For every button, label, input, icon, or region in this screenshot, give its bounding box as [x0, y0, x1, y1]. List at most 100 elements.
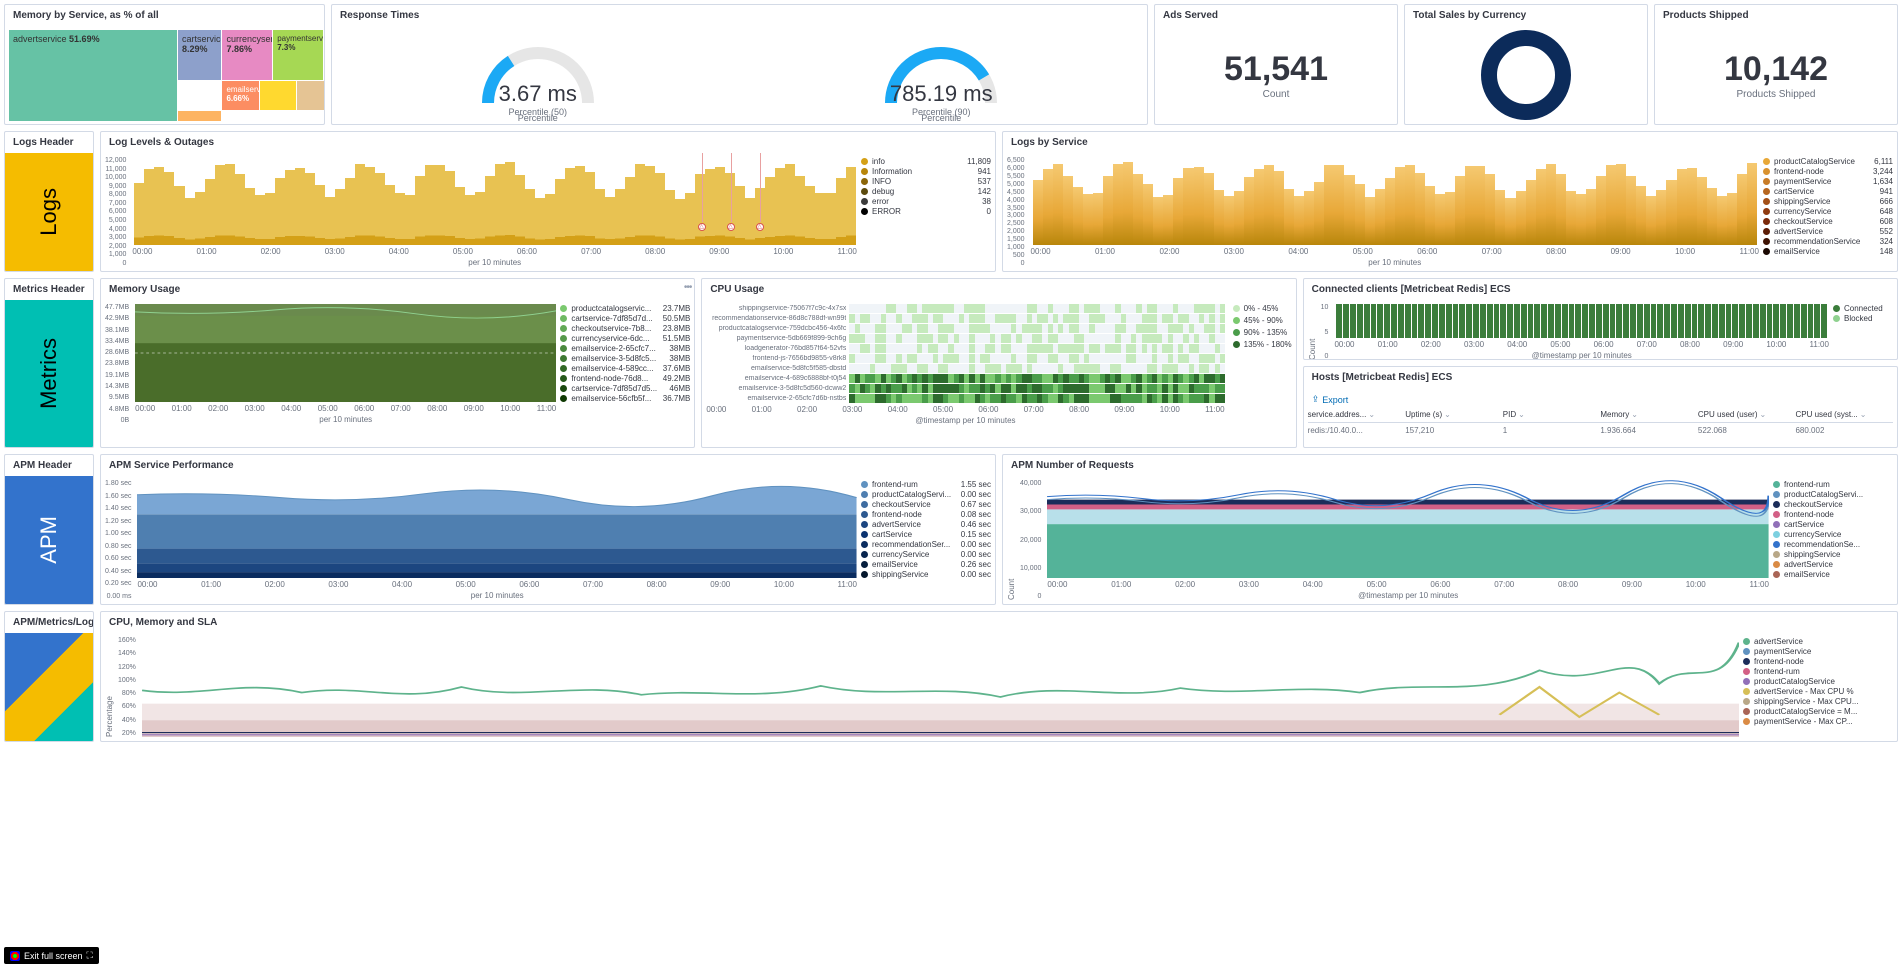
legend-item[interactable]: advertService552: [1763, 227, 1893, 236]
legend-item[interactable]: 45% - 90%: [1233, 316, 1292, 325]
legend-item[interactable]: frontend-rum1.55 sec: [861, 480, 991, 489]
panel-cpu-usage[interactable]: CPU Usage shippingservice-75067f7c9c-4x7…: [701, 278, 1296, 448]
legend-item[interactable]: currencyservice-6dc...51.5MB: [560, 334, 690, 343]
panel-connected-clients[interactable]: Connected clients [Metricbeat Redis] ECS…: [1303, 278, 1898, 360]
heatmap-chart: shippingservice-75067f7c9c-4x7sxrecommen…: [706, 304, 1224, 403]
legend-item[interactable]: emailservice-2-65cfc7...38MB: [560, 344, 690, 353]
legend-item[interactable]: emailService: [1773, 570, 1893, 579]
legend-item[interactable]: error38: [861, 197, 991, 206]
treemap-chart: advertservice 51.69% cartservice8.29% cu…: [9, 30, 320, 120]
panel-cpu-memory-sla[interactable]: CPU, Memory and SLA Percentage 160%140%1…: [100, 611, 1898, 742]
legend-item[interactable]: productCatalogServi...: [1773, 490, 1893, 499]
export-button[interactable]: ⇪Export: [1308, 392, 1353, 407]
legend-item[interactable]: productCatalogService6,111: [1763, 157, 1893, 166]
chevron-down-icon: ⌄: [1631, 410, 1638, 419]
legend-item[interactable]: debug142: [861, 187, 991, 196]
annotation-marker[interactable]: △: [727, 223, 735, 231]
legend-item[interactable]: frontend-node3,244: [1763, 167, 1893, 176]
panel-log-levels[interactable]: Log Levels & Outages 12,00011,00010,0009…: [100, 131, 996, 272]
legend-item[interactable]: paymentService1,634: [1763, 177, 1893, 186]
legend-item[interactable]: frontend-node0.08 sec: [861, 510, 991, 519]
legend-item[interactable]: checkoutservice-7b8...23.8MB: [560, 324, 690, 333]
legend-item[interactable]: paymentService - Max CP...: [1743, 717, 1893, 726]
legend-item[interactable]: advertService: [1743, 637, 1893, 646]
annotation-marker[interactable]: △: [756, 223, 764, 231]
legend-item[interactable]: recommendationSe...: [1773, 540, 1893, 549]
legend-item[interactable]: ERROR0: [861, 207, 991, 216]
legend-item[interactable]: 0% - 45%: [1233, 304, 1292, 313]
legend-item[interactable]: productcatalogservic...23.7MB: [560, 304, 690, 313]
legend-item[interactable]: emailService0.26 sec: [861, 560, 991, 569]
column-header[interactable]: CPU used (user) ⌄: [1698, 410, 1796, 419]
legend-item[interactable]: checkoutService: [1773, 500, 1893, 509]
area-chart: [1047, 480, 1769, 578]
legend-item[interactable]: frontend-rum: [1773, 480, 1893, 489]
column-header[interactable]: Memory ⌄: [1600, 410, 1698, 419]
legend-item[interactable]: cartService941: [1763, 187, 1893, 196]
legend-item[interactable]: paymentService: [1743, 647, 1893, 656]
column-header[interactable]: service.addres... ⌄: [1308, 410, 1406, 419]
legend-item[interactable]: shippingService666: [1763, 197, 1893, 206]
expand-icon: ⛶: [87, 950, 93, 961]
export-icon: ⇪: [1312, 394, 1320, 405]
bar-chart: [132, 157, 857, 245]
legend-item[interactable]: productCatalogService = M...: [1743, 707, 1893, 716]
legend-item[interactable]: frontend-rum: [1743, 667, 1893, 676]
legend-item[interactable]: frontend-node-76d8...49.2MB: [560, 374, 690, 383]
legend-item[interactable]: Information941: [861, 167, 991, 176]
legend-item[interactable]: emailservice-3-5d8fc5...38MB: [560, 354, 690, 363]
annotation-marker[interactable]: △: [698, 223, 706, 231]
legend-item[interactable]: 90% - 135%: [1233, 328, 1292, 337]
legend-item[interactable]: productCatalogService: [1743, 677, 1893, 686]
panel-memory-usage[interactable]: ••• Memory Usage 47.7MB42.9MB38.1MB33.4M…: [100, 278, 695, 448]
legend-item[interactable]: emailservice-4-589cc...37.6MB: [560, 364, 690, 373]
gauge-p50: Percentile 3.67 ms Percentile (50): [468, 33, 608, 117]
panel-total-sales[interactable]: Total Sales by Currency: [1404, 4, 1648, 125]
panel-menu-icon[interactable]: •••: [684, 282, 692, 293]
legend-item[interactable]: frontend-node: [1773, 510, 1893, 519]
exit-fullscreen-button[interactable]: Exit full screen ⛶: [4, 947, 99, 964]
column-header[interactable]: Uptime (s) ⌄: [1405, 410, 1503, 419]
legend-item[interactable]: 135% - 180%: [1233, 340, 1292, 349]
panel-logs-by-service[interactable]: Logs by Service 6,5006,0005,5005,0004,50…: [1002, 131, 1898, 272]
table-row[interactable]: redis:/10.40.0...157,21011.936.664522.06…: [1308, 423, 1893, 438]
panel-apm-performance[interactable]: APM Service Performance 1.80 sec1.60 sec…: [100, 454, 996, 605]
legend-item[interactable]: currencyService0.00 sec: [861, 550, 991, 559]
panel-hosts-redis[interactable]: Hosts [Metricbeat Redis] ECS ⇪Export ser…: [1303, 366, 1898, 448]
legend-item[interactable]: productCatalogServi...0.00 sec: [861, 490, 991, 499]
legend-item[interactable]: recommendationSer...0.00 sec: [861, 540, 991, 549]
legend-item[interactable]: cartservice-7df85d7d5...46MB: [560, 384, 690, 393]
panel-response-times[interactable]: Response Times Percentile 3.67 ms Percen…: [331, 4, 1148, 125]
legend-item[interactable]: Connected: [1833, 304, 1893, 313]
legend-item[interactable]: shippingService0.00 sec: [861, 570, 991, 579]
legend-item[interactable]: cartService: [1773, 520, 1893, 529]
legend-item[interactable]: emailService148: [1763, 247, 1893, 256]
column-header[interactable]: CPU used (syst... ⌄: [1795, 410, 1893, 419]
legend-item[interactable]: checkoutService0.67 sec: [861, 500, 991, 509]
legend-item[interactable]: checkoutService608: [1763, 217, 1893, 226]
legend-item[interactable]: currencyService648: [1763, 207, 1893, 216]
legend-item[interactable]: info11,809: [861, 157, 991, 166]
legend-item[interactable]: emailservice-56cfb5f...36.7MB: [560, 394, 690, 403]
section-header-logs: Logs Header Logs: [4, 131, 94, 272]
legend-item[interactable]: recommendationService324: [1763, 237, 1893, 246]
legend-item[interactable]: INFO537: [861, 177, 991, 186]
legend-item[interactable]: cartService0.15 sec: [861, 530, 991, 539]
section-header-metrics: Metrics Header Metrics: [4, 278, 94, 448]
column-header[interactable]: PID ⌄: [1503, 410, 1601, 419]
legend-item[interactable]: advertService - Max CPU %: [1743, 687, 1893, 696]
chevron-down-icon: ⌄: [1368, 410, 1375, 419]
panel-ads-served[interactable]: Ads Served 51,541 Count: [1154, 4, 1398, 125]
panel-apm-requests[interactable]: APM Number of Requests Count 40,00030,00…: [1002, 454, 1898, 605]
chevron-down-icon: ⌄: [1759, 410, 1766, 419]
legend-item[interactable]: Blocked: [1833, 314, 1893, 323]
legend-item[interactable]: currencyService: [1773, 530, 1893, 539]
legend-item[interactable]: shippingService: [1773, 550, 1893, 559]
legend-item[interactable]: advertService: [1773, 560, 1893, 569]
legend-item[interactable]: shippingService - Max CPU...: [1743, 697, 1893, 706]
legend-item[interactable]: cartservice-7df85d7d...50.5MB: [560, 314, 690, 323]
panel-memory-by-service[interactable]: Memory by Service, as % of all advertser…: [4, 4, 325, 125]
panel-products-shipped[interactable]: Products Shipped 10,142 Products Shipped: [1654, 4, 1898, 125]
legend-item[interactable]: advertService0.46 sec: [861, 520, 991, 529]
legend-item[interactable]: frontend-node: [1743, 657, 1893, 666]
